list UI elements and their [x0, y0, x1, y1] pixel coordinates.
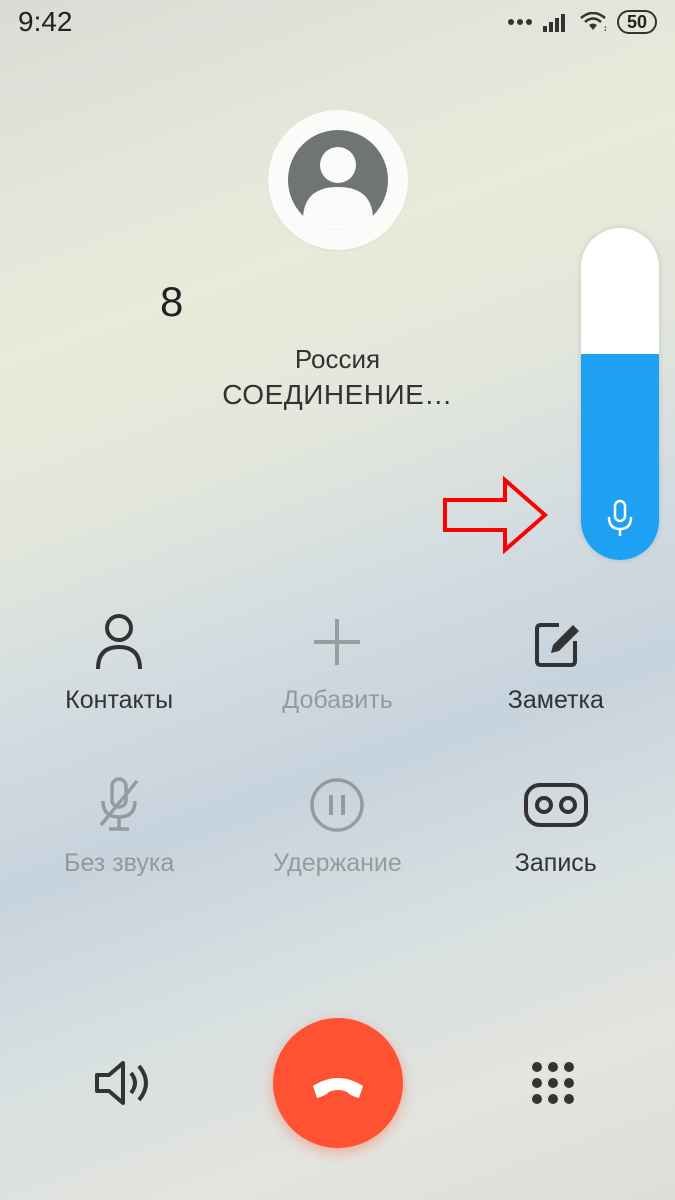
contact-avatar — [268, 110, 408, 250]
add-call-label: Добавить — [282, 686, 393, 715]
call-controls-grid: Контакты Добавить Заметка Без звука Удер… — [0, 612, 675, 878]
microphone-icon — [603, 499, 637, 544]
call-region: Россия — [295, 344, 380, 375]
mic-off-icon — [95, 775, 143, 835]
add-call-button: Добавить — [228, 612, 446, 715]
speaker-button[interactable] — [88, 1048, 158, 1118]
record-label: Запись — [515, 849, 597, 878]
wifi-icon: ↕ — [579, 12, 607, 32]
record-button[interactable]: Запись — [447, 775, 665, 878]
arrow-annotation — [440, 470, 550, 565]
plus-icon — [310, 612, 364, 672]
contacts-button[interactable]: Контакты — [10, 612, 228, 715]
cellular-signal-icon — [543, 12, 569, 32]
note-edit-icon — [529, 612, 583, 672]
call-info: 8 Россия СОЕДИНЕНИЕ… — [0, 110, 675, 411]
volume-slider[interactable] — [581, 228, 659, 560]
dialpad-button[interactable] — [518, 1048, 588, 1118]
pause-circle-icon — [309, 775, 365, 835]
phone-number: 8 — [0, 278, 183, 326]
battery-indicator: 50 — [617, 10, 657, 34]
status-bar: 9:42 ↕ 50 — [0, 0, 675, 44]
status-time: 9:42 — [18, 6, 73, 38]
status-right: ↕ 50 — [507, 10, 657, 34]
svg-text:↕: ↕ — [603, 23, 607, 32]
person-icon — [94, 612, 144, 672]
dialpad-icon — [528, 1058, 578, 1108]
phone-hangup-icon — [303, 1048, 373, 1118]
note-button[interactable]: Заметка — [447, 612, 665, 715]
record-tape-icon — [523, 775, 589, 835]
end-call-button[interactable] — [273, 1018, 403, 1148]
more-dots-icon — [507, 17, 533, 27]
bottom-controls — [0, 1018, 675, 1148]
mute-label: Без звука — [64, 849, 174, 878]
speaker-icon — [93, 1058, 153, 1108]
contacts-label: Контакты — [65, 686, 173, 715]
note-label: Заметка — [508, 686, 604, 715]
mute-button: Без звука — [10, 775, 228, 878]
hold-button: Удержание — [228, 775, 446, 878]
call-status: СОЕДИНЕНИЕ… — [222, 379, 453, 411]
hold-label: Удержание — [273, 849, 402, 878]
